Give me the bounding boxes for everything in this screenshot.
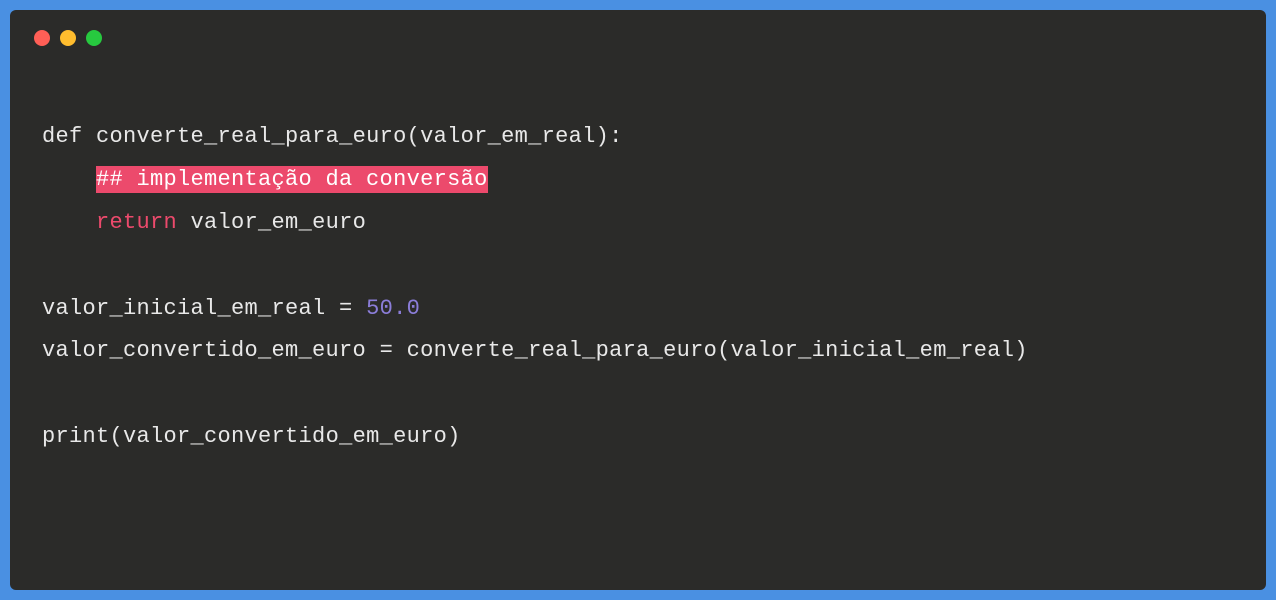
keyword-return: return — [96, 210, 177, 235]
variable: valor_em_euro — [191, 210, 367, 235]
code-line-2: ## implementação da conversão — [42, 166, 488, 193]
code-line-8: print(valor_convertido_em_euro) — [42, 424, 461, 449]
equals: = — [326, 296, 367, 321]
open-paren: ( — [110, 424, 124, 449]
maximize-button[interactable] — [86, 30, 102, 46]
close-paren: ) — [596, 124, 610, 149]
code-line-1: def converte_real_para_euro(valor_em_rea… — [42, 124, 623, 149]
variable: valor_inicial_em_real — [42, 296, 326, 321]
function-name: converte_real_para_euro — [96, 124, 407, 149]
colon: : — [609, 124, 623, 149]
close-button[interactable] — [34, 30, 50, 46]
title-bar — [10, 10, 1266, 66]
close-paren: ) — [1014, 338, 1028, 363]
builtin-print: print — [42, 424, 110, 449]
open-paren: ( — [407, 124, 421, 149]
keyword-def: def — [42, 124, 83, 149]
parameter: valor_em_real — [420, 124, 596, 149]
indent — [42, 167, 96, 192]
indent — [42, 210, 96, 235]
argument: valor_inicial_em_real — [731, 338, 1015, 363]
code-area[interactable]: def converte_real_para_euro(valor_em_rea… — [10, 66, 1266, 491]
editor-window: def converte_real_para_euro(valor_em_rea… — [10, 10, 1266, 590]
argument: valor_convertido_em_euro — [123, 424, 447, 449]
code-line-6: valor_convertido_em_euro = converte_real… — [42, 338, 1028, 363]
code-line-5: valor_inicial_em_real = 50.0 — [42, 296, 420, 321]
open-paren: ( — [717, 338, 731, 363]
function-call: converte_real_para_euro — [407, 338, 718, 363]
close-paren: ) — [447, 424, 461, 449]
variable: valor_convertido_em_euro — [42, 338, 366, 363]
comment-highlighted: ## implementação da conversão — [96, 166, 488, 193]
space — [177, 210, 191, 235]
minimize-button[interactable] — [60, 30, 76, 46]
equals: = — [366, 338, 407, 363]
number-literal: 50.0 — [366, 296, 420, 321]
code-line-3: return valor_em_euro — [42, 210, 366, 235]
